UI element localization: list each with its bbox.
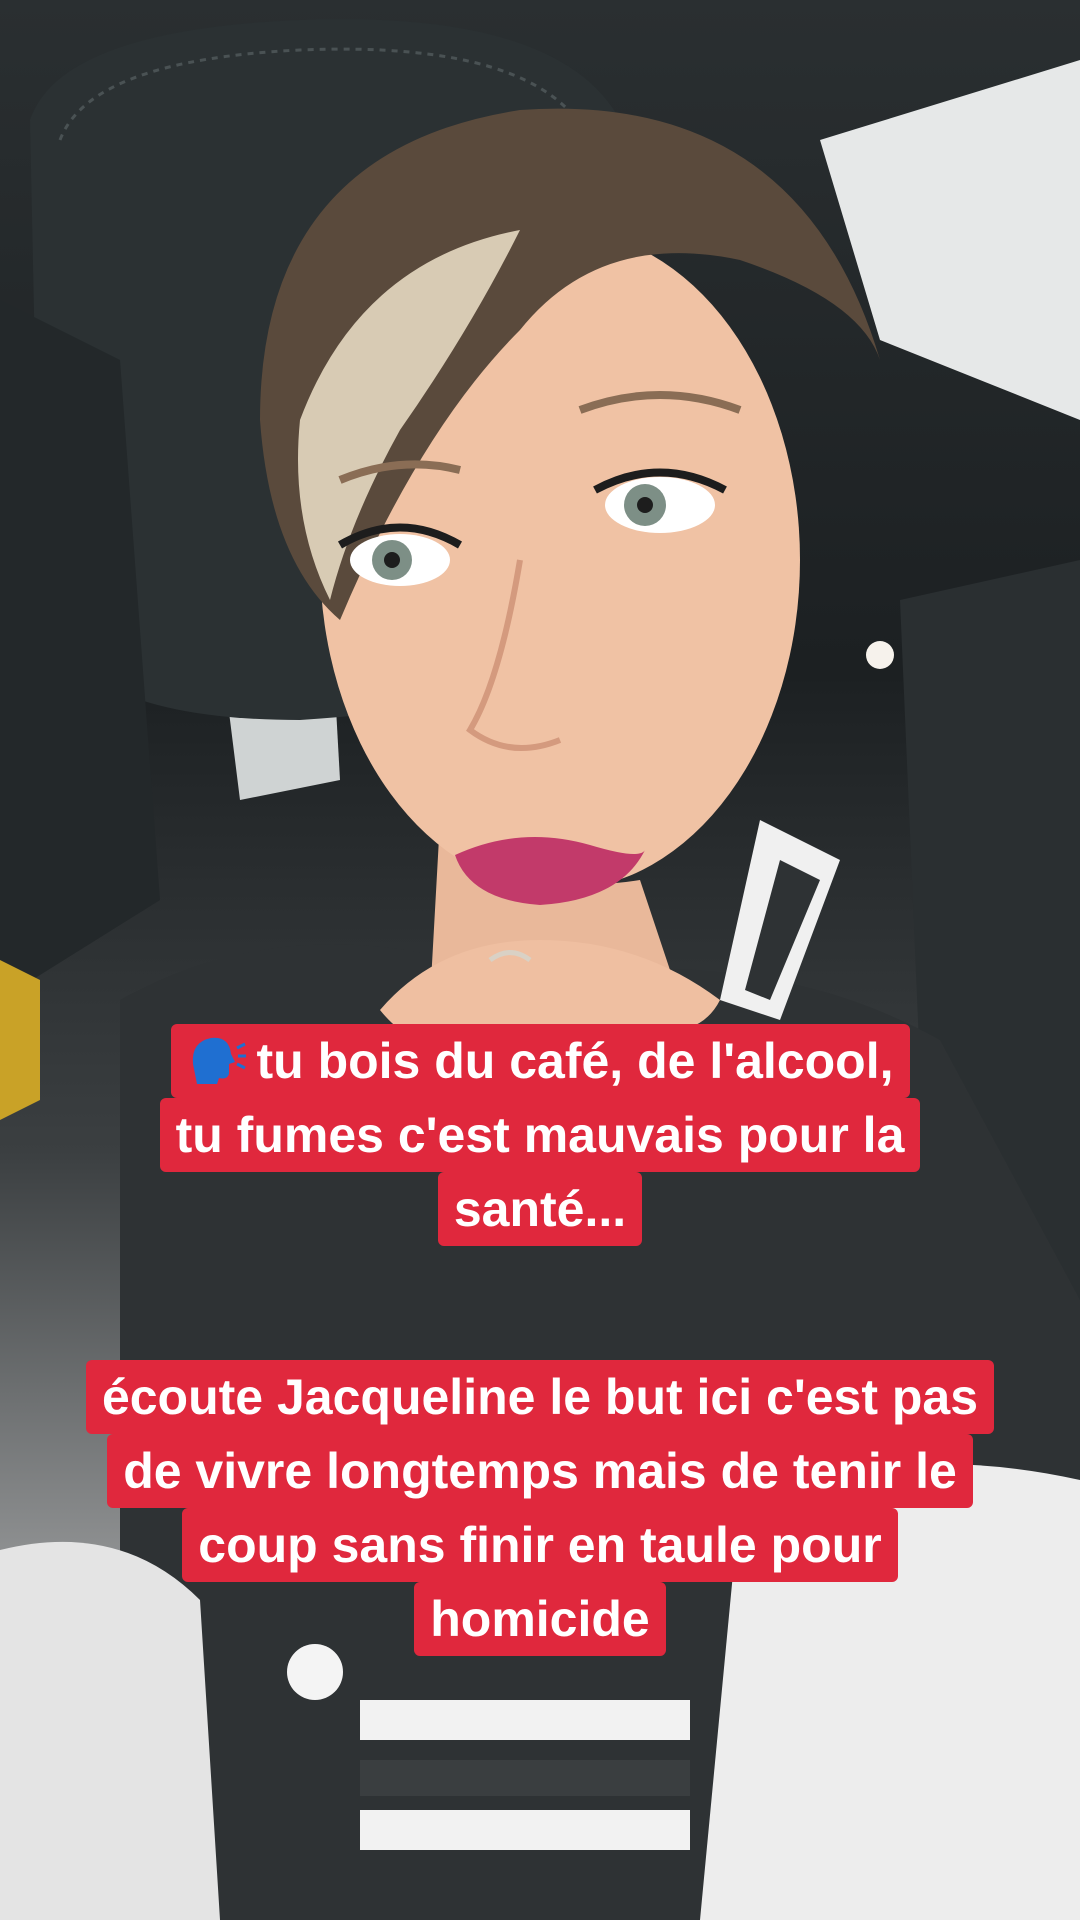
caption-question-line-2: tu fumes c'est mauvais pour la <box>159 1098 921 1172</box>
speaking-head-icon <box>192 1037 246 1084</box>
caption-answer: écoute Jacqueline le but ici c'est pas d… <box>0 1360 1080 1656</box>
caption-answer-line-1: écoute Jacqueline le but ici c'est pas <box>85 1360 995 1434</box>
caption-question: tu bois du café, de l'alcool, tu fumes c… <box>0 1024 1080 1246</box>
caption-question-line-1: tu bois du café, de l'alcool, <box>170 1024 910 1098</box>
caption-question-line-3: santé... <box>437 1172 643 1246</box>
caption-answer-line-3: coup sans finir en taule pour <box>182 1508 898 1582</box>
caption-answer-line-2: de vivre longtemps mais de tenir le <box>107 1434 973 1508</box>
video-frame: tu bois du café, de l'alcool, tu fumes c… <box>0 0 1080 1920</box>
caption-answer-line-4: homicide <box>414 1582 666 1656</box>
